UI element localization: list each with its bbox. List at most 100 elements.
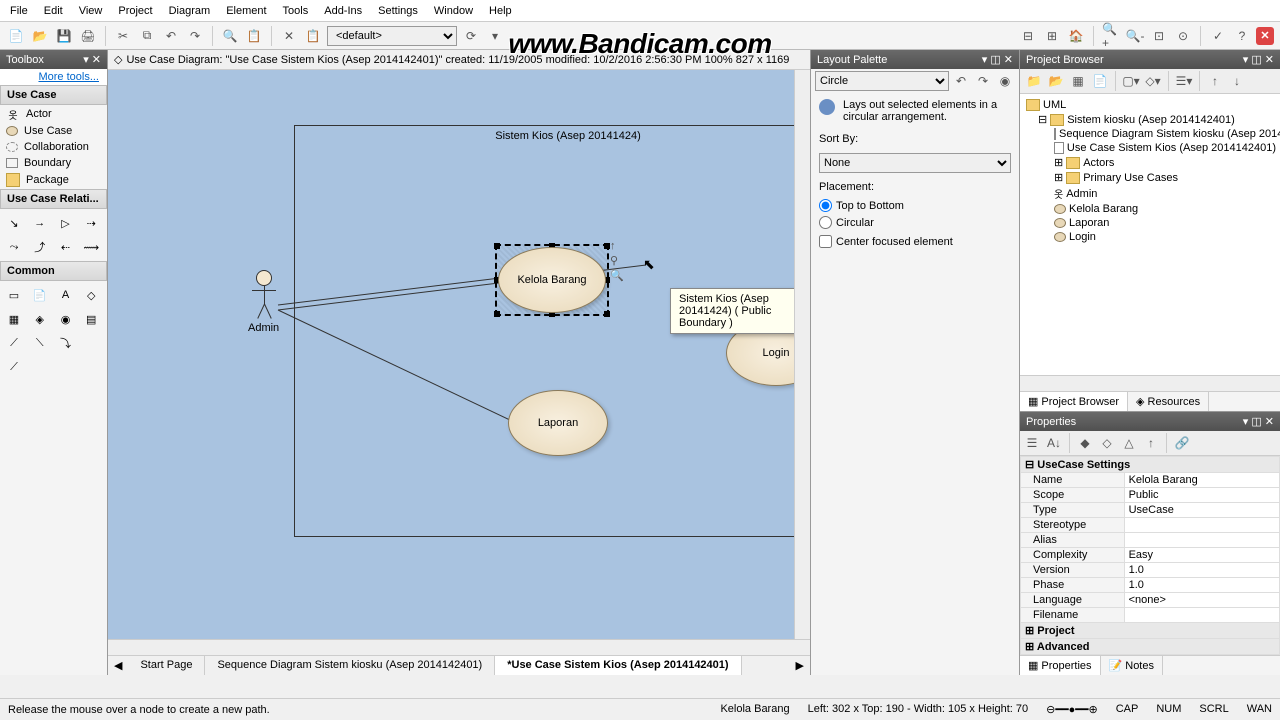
common-text-icon[interactable]: A [56, 285, 76, 305]
panel-controls-icon[interactable]: ▾ ◫ ✕ [982, 53, 1013, 66]
new-icon[interactable]: 📄 [6, 26, 26, 46]
prop-up-icon[interactable]: ↑ [1141, 433, 1161, 453]
dropdown-icon[interactable]: ▾ [485, 26, 505, 46]
common-note-icon[interactable]: ▭ [4, 285, 24, 305]
add-icon[interactable]: ▢▾ [1121, 71, 1141, 91]
rel-assoc-icon[interactable]: ↘ [4, 213, 24, 233]
tree-laporan[interactable]: Laporan [1024, 216, 1276, 230]
rel-realize-icon[interactable]: ⇢ [81, 213, 101, 233]
menu-view[interactable]: View [79, 5, 103, 17]
down-icon[interactable]: ↓ [1227, 71, 1247, 91]
menu-file[interactable]: File [10, 5, 28, 17]
menu-window[interactable]: Window [434, 5, 473, 17]
tree-seq-diagram[interactable]: Sequence Diagram Sistem kiosku (Asep 201… [1024, 127, 1276, 141]
check-center-focused[interactable]: Center focused element [811, 231, 1019, 252]
tree-model[interactable]: ⊟ Sistem kiosku (Asep 2014142401) [1024, 112, 1276, 127]
sortby-select[interactable]: None [819, 153, 1011, 173]
common-link5-icon[interactable]: ⟋ [4, 357, 24, 377]
refresh-icon[interactable]: ⟳ [461, 26, 481, 46]
horizontal-scrollbar[interactable] [108, 639, 810, 655]
radio-circular[interactable]: Circular [811, 214, 1019, 231]
menu-tools[interactable]: Tools [283, 5, 309, 17]
arrow-up-icon[interactable]: ↑ [610, 240, 624, 252]
rel-depend-icon[interactable]: ⇠ [56, 237, 76, 257]
rel-include-icon[interactable]: ⤳ [4, 237, 24, 257]
layout-undo-icon[interactable]: ↶ [951, 71, 971, 91]
tree-uc-diagram[interactable]: Use Case Sistem Kios (Asep 2014142401) [1024, 141, 1276, 155]
prop-cat-icon[interactable]: ☰ [1022, 433, 1042, 453]
zoom-out-icon[interactable]: 🔍- [1125, 26, 1145, 46]
rel-direct-icon[interactable]: → [30, 213, 50, 233]
prop-az-icon[interactable]: A↓ [1044, 433, 1064, 453]
common-test-icon[interactable]: ◉ [56, 309, 76, 329]
common-doc-icon[interactable]: 📄 [30, 285, 50, 305]
common-link2-icon[interactable]: ⟍ [30, 333, 50, 353]
menu-addins[interactable]: Add-Ins [324, 5, 362, 17]
tab-start-page[interactable]: Start Page [128, 656, 205, 675]
tab-project-browser[interactable]: ▦Project Browser [1020, 392, 1128, 411]
delete-icon[interactable]: ✕ [279, 26, 299, 46]
note-icon[interactable]: 📋 [244, 26, 264, 46]
tab-properties[interactable]: ▦Properties [1020, 656, 1101, 675]
tree-root[interactable]: UML [1024, 98, 1276, 112]
common-link3-icon[interactable]: ⤵ [56, 333, 76, 353]
usecase-kelola-barang[interactable]: Kelola Barang [498, 247, 606, 313]
tree-primary-pkg[interactable]: ⊞ Primary Use Cases [1024, 170, 1276, 185]
prop-value-type[interactable]: UseCase [1124, 503, 1279, 518]
tab-notes[interactable]: 📝Notes [1101, 656, 1163, 675]
prop-value-language[interactable]: <none> [1124, 593, 1279, 608]
prop-shape1-icon[interactable]: ◆ [1075, 433, 1095, 453]
tool-boundary[interactable]: Boundary [0, 155, 107, 171]
tool-package[interactable]: Package [0, 171, 107, 189]
prop-value-scope[interactable]: Public [1124, 488, 1279, 503]
tool-collaboration[interactable]: Collaboration [0, 139, 107, 155]
prop-value-stereotype[interactable] [1124, 518, 1279, 533]
new-diag-icon[interactable]: 📂 [1046, 71, 1066, 91]
tree-admin[interactable]: 옷Admin [1024, 185, 1276, 202]
tree-login[interactable]: Login [1024, 230, 1276, 244]
tree-scrollbar[interactable] [1020, 375, 1280, 391]
prop-value-phase[interactable]: 1.0 [1124, 578, 1279, 593]
prop-value-filename[interactable] [1124, 608, 1279, 623]
zoom-icon[interactable]: 🔍 [610, 269, 624, 282]
common-req-icon[interactable]: ◇ [81, 285, 101, 305]
copy-icon[interactable]: ⧉ [137, 26, 157, 46]
menu-element[interactable]: Element [226, 5, 266, 17]
panel-controls-icon[interactable]: ▾ ◫ ✕ [1243, 53, 1274, 66]
menu-edit[interactable]: Edit [44, 5, 63, 17]
prop-shape2-icon[interactable]: ◇ [1097, 433, 1117, 453]
spell-icon[interactable]: ✓ [1208, 26, 1228, 46]
rel-gen-icon[interactable]: ▷ [56, 213, 76, 233]
usecase-laporan[interactable]: Laporan [508, 390, 608, 456]
cut-icon[interactable]: ✂ [113, 26, 133, 46]
align-center-icon[interactable]: ⊞ [1042, 26, 1062, 46]
zoom-100-icon[interactable]: ⊙ [1173, 26, 1193, 46]
new-elem-icon[interactable]: ▦ [1068, 71, 1088, 91]
menu-settings[interactable]: Settings [378, 5, 418, 17]
rel-extend-icon[interactable]: ⤴ [30, 237, 50, 257]
print-icon[interactable]: 🖨 [78, 26, 98, 46]
common-artifact-icon[interactable]: ▦ [4, 309, 24, 329]
rel-trace-icon[interactable]: ⟿ [81, 237, 101, 257]
relations-section[interactable]: Use Case Relati... [0, 189, 107, 209]
search-icon[interactable]: 🔍 [220, 26, 240, 46]
menu-diagram[interactable]: Diagram [169, 5, 211, 17]
save-icon[interactable]: 💾 [54, 26, 74, 46]
prop-value-name[interactable]: Kelola Barang [1124, 473, 1279, 488]
tab-nav-left[interactable]: ◀ [108, 656, 128, 675]
usecase-section[interactable]: Use Case [0, 85, 107, 105]
more-tools-link[interactable]: More tools... [0, 69, 107, 85]
align-left-icon[interactable]: ⊟ [1018, 26, 1038, 46]
common-section[interactable]: Common [0, 261, 107, 281]
prop-value-version[interactable]: 1.0 [1124, 563, 1279, 578]
common-link1-icon[interactable]: ⟋ [4, 333, 24, 353]
prop-section-advanced[interactable]: ⊞ Advanced [1021, 639, 1280, 655]
tool-usecase[interactable]: Use Case [0, 123, 107, 139]
prop-section-project[interactable]: ⊞ Project [1021, 623, 1280, 639]
tree-actors-pkg[interactable]: ⊞ Actors [1024, 155, 1276, 170]
common-constraint-icon[interactable]: ◈ [30, 309, 50, 329]
radio-top-to-bottom[interactable]: Top to Bottom [811, 197, 1019, 214]
up-icon[interactable]: ↑ [1205, 71, 1225, 91]
menu-help[interactable]: Help [489, 5, 512, 17]
menu-project[interactable]: Project [118, 5, 152, 17]
